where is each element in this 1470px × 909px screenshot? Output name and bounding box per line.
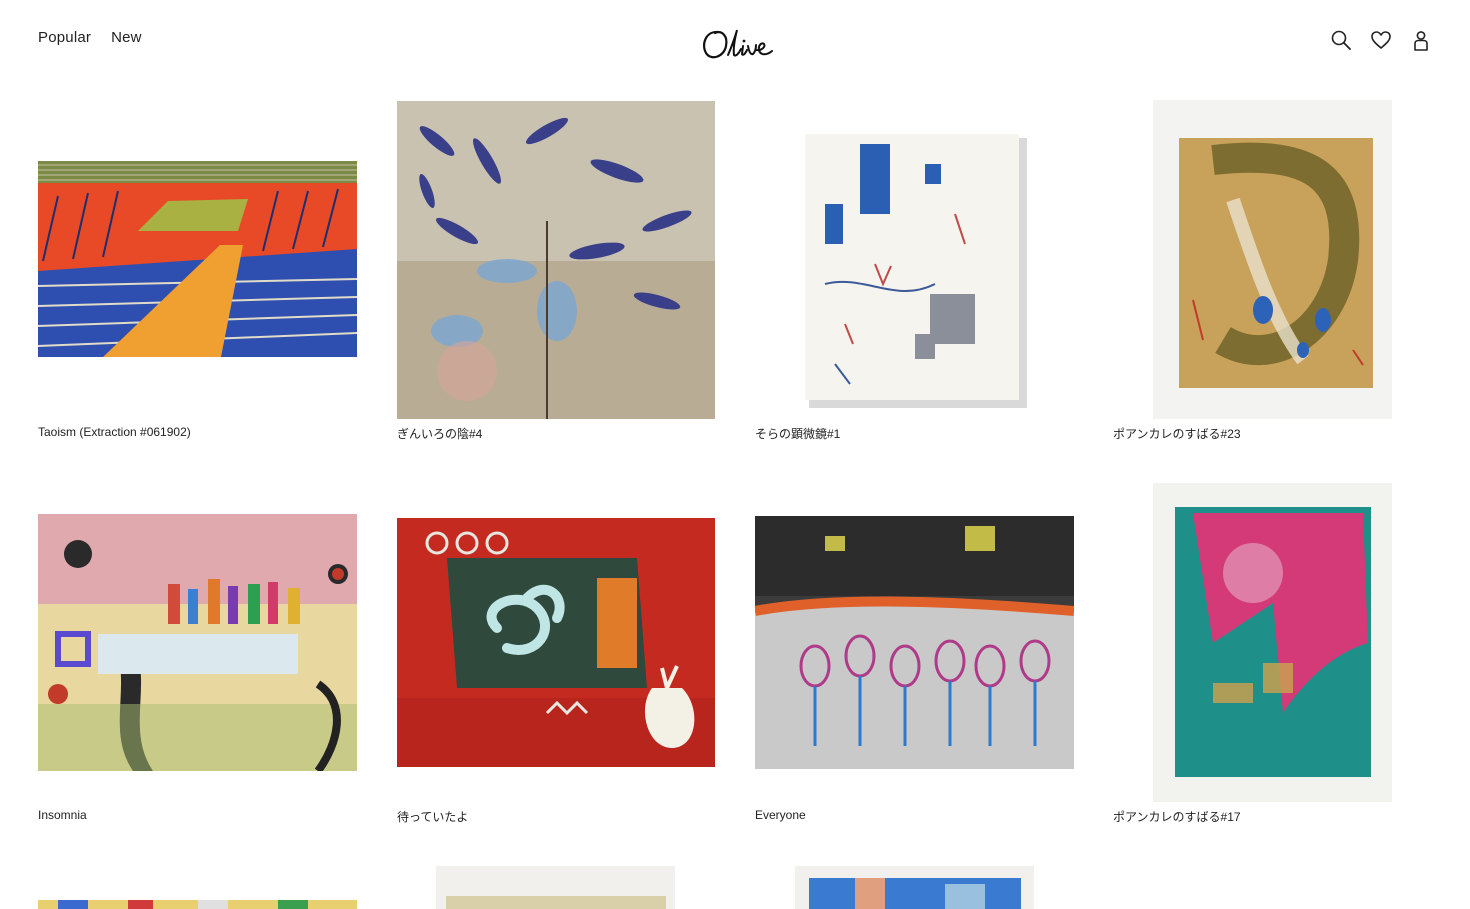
- artwork-image[interactable]: [397, 518, 715, 767]
- user-icon[interactable]: [1410, 28, 1432, 52]
- artwork-title[interactable]: ぎんいろの陰#4: [397, 425, 482, 442]
- artwork-image[interactable]: [38, 900, 357, 909]
- header-actions: [1330, 28, 1432, 52]
- artwork-image[interactable]: [1153, 483, 1392, 802]
- artwork-title[interactable]: ポアンカレのすばる#23: [1113, 425, 1241, 442]
- logo[interactable]: [698, 22, 778, 64]
- artwork-image[interactable]: [805, 134, 1027, 408]
- main-nav: Popular New: [38, 29, 142, 46]
- artwork-image[interactable]: [397, 101, 715, 419]
- nav-popular[interactable]: Popular: [38, 29, 91, 46]
- artwork-title[interactable]: ポアンカレのすばる#17: [1113, 808, 1241, 825]
- artwork-image[interactable]: [38, 161, 357, 357]
- artwork-image[interactable]: [1153, 100, 1392, 419]
- artwork-title[interactable]: Insomnia: [38, 808, 87, 822]
- artwork-image[interactable]: [436, 866, 675, 909]
- artwork-title[interactable]: Taoism (Extraction #061902): [38, 425, 191, 439]
- artwork-image[interactable]: [38, 514, 357, 771]
- artwork-title[interactable]: Everyone: [755, 808, 806, 822]
- artwork-image[interactable]: [755, 516, 1074, 769]
- site-header: Popular New: [0, 0, 1470, 90]
- nav-new[interactable]: New: [111, 29, 142, 46]
- search-icon[interactable]: [1330, 28, 1352, 52]
- artwork-title[interactable]: 待っていたよ: [397, 808, 468, 825]
- artwork-title[interactable]: そらの顕微鏡#1: [755, 425, 840, 442]
- heart-icon[interactable]: [1370, 28, 1392, 52]
- artwork-image[interactable]: [795, 866, 1034, 909]
